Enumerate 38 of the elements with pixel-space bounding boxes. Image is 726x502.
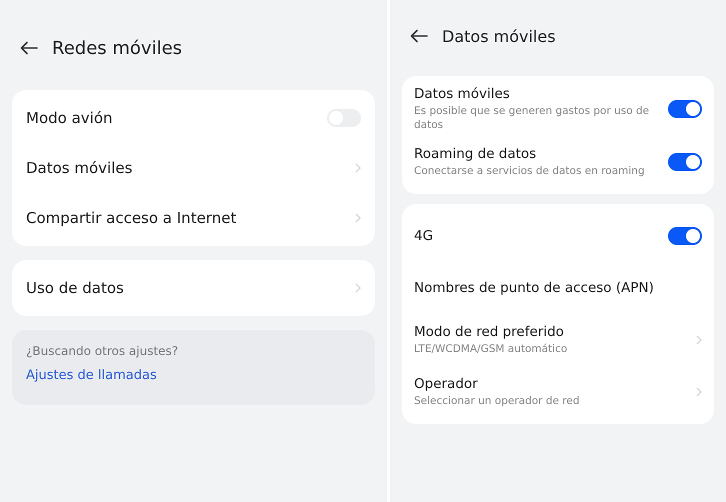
settings-row[interactable]: Operador Seleccionar un operador de red bbox=[414, 366, 702, 418]
settings-row[interactable]: 4G bbox=[414, 210, 702, 262]
setting-label: Datos móviles bbox=[414, 86, 511, 102]
setting-label: Datos móviles bbox=[26, 159, 132, 177]
chevron-icon bbox=[355, 283, 361, 293]
setting-label: Roaming de datos bbox=[414, 146, 538, 162]
chevron-icon bbox=[355, 163, 361, 173]
setting-label: Operador bbox=[414, 376, 479, 392]
settings-row[interactable]: Roaming de datos Conectarse a servicios de datos en roaming bbox=[414, 136, 702, 188]
screen-title: Redes móviles bbox=[52, 38, 182, 58]
screen-title: Datos móviles bbox=[442, 26, 556, 46]
settings-row[interactable]: Datos móviles bbox=[26, 143, 361, 193]
settings-row[interactable]: Nombres de punto de acceso (APN) bbox=[414, 262, 702, 314]
setting-label: Uso de datos bbox=[26, 279, 124, 297]
setting-description: Seleccionar un operador de red bbox=[414, 394, 580, 409]
setting-label: Nombres de punto de acceso (APN) bbox=[414, 280, 654, 296]
setting-label: Modo avión bbox=[26, 109, 113, 127]
chevron-icon bbox=[696, 387, 702, 398]
suggestion-prompt: ¿Buscando otros ajustes? bbox=[26, 344, 180, 358]
back-arrow-icon[interactable] bbox=[410, 29, 428, 43]
setting-label: Modo de red preferido bbox=[414, 324, 565, 340]
settings-row[interactable]: Modo avión bbox=[26, 93, 361, 143]
call-settings-link[interactable]: Ajustes de llamadas bbox=[26, 368, 157, 383]
chevron-icon bbox=[696, 335, 702, 346]
chevron-icon bbox=[355, 213, 361, 223]
settings-row[interactable]: Compartir acceso a Internet bbox=[26, 193, 361, 243]
setting-label: 4G bbox=[414, 228, 434, 244]
settings-row[interactable]: Datos móviles Es posible que se generen gastos por uso de datos bbox=[414, 82, 702, 136]
toggle-switch[interactable] bbox=[668, 227, 702, 246]
setting-description: LTE/WCDMA/GSM automático bbox=[414, 342, 568, 357]
setting-description: Es posible que se generen gastos por uso de datos bbox=[414, 105, 650, 132]
back-arrow-icon[interactable] bbox=[20, 41, 38, 55]
settings-row[interactable]: Uso de datos bbox=[26, 263, 361, 313]
settings-row[interactable]: Modo de red preferido LTE/WCDMA/GSM automático bbox=[414, 314, 702, 366]
toggle-switch[interactable] bbox=[668, 153, 702, 172]
setting-description: Conectarse a servicios de datos en roaming bbox=[414, 164, 645, 179]
setting-label: Compartir acceso a Internet bbox=[26, 209, 236, 227]
toggle-switch[interactable] bbox=[668, 100, 702, 118]
